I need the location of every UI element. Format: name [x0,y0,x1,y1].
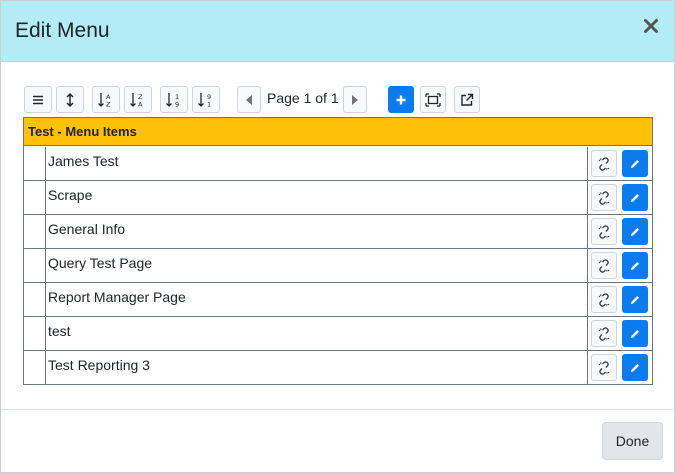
unlink-button[interactable] [591,286,617,313]
row-actions [587,215,652,248]
dialog-header: Edit Menu [1,1,674,62]
menu-item-label: Report Manager Page [48,289,186,305]
sort-numeric-asc-button[interactable]: 1 9 [160,86,188,113]
edit-button[interactable] [622,286,648,313]
edit-button[interactable] [622,354,648,381]
page-indicator: Page 1 of 1 [267,90,339,106]
unlink-icon [598,190,610,205]
pencil-icon [631,363,639,372]
footer-divider [1,409,674,410]
row-actions [587,283,652,316]
sort-alpha-desc-icon: Z A [130,92,143,108]
external-link-icon [461,93,474,106]
table-row[interactable]: James Test [24,147,652,181]
menu-item-label: Test Reporting 3 [48,357,150,373]
svg-text:Z: Z [106,100,111,108]
edit-menu-dialog: Edit Menu A Z Z A 1 9 9 1 Page 1 of 1 Te… [0,0,675,473]
table-row[interactable]: Report Manager Page [24,283,652,317]
row-actions [587,249,652,282]
sort-alpha-asc-icon: A Z [98,92,111,108]
next-page-button[interactable] [343,86,367,113]
fit-frame-icon [425,92,441,107]
prev-page-icon [246,94,252,105]
unlink-button[interactable] [591,184,617,211]
menu-item-label: James Test [48,153,119,169]
done-button[interactable]: Done [602,422,663,460]
menu-item-label: Scrape [48,187,93,203]
svg-text:A: A [138,100,143,108]
sort-alpha-asc-button[interactable]: A Z [92,86,120,113]
sort-numeric-desc-button[interactable]: 9 1 [192,86,220,113]
unlink-icon [598,258,610,273]
edit-button[interactable] [622,252,648,279]
sort-numeric-asc-icon: 1 9 [166,92,179,108]
menu-item-label: test [48,323,71,339]
unlink-icon [598,292,610,307]
unlink-button[interactable] [591,252,617,279]
row-select-cell[interactable] [24,147,46,180]
close-icon [644,19,658,33]
row-actions [587,317,652,350]
table-row[interactable]: test [24,317,652,351]
table-row[interactable]: Test Reporting 3 [24,351,652,385]
row-actions [587,181,652,214]
menu-items-grid: Test - Menu Items James Test Scrape Gene… [23,117,653,385]
table-row[interactable]: General Info [24,215,652,249]
unlink-icon [598,156,610,171]
external-link-button[interactable] [454,86,480,113]
row-select-cell[interactable] [24,249,46,282]
menu-item-label: Query Test Page [48,255,153,271]
svg-text:1: 1 [207,100,211,108]
row-select-cell[interactable] [24,215,46,248]
pencil-icon [631,295,639,304]
edit-button[interactable] [622,320,648,347]
unlink-button[interactable] [591,150,617,177]
unlink-button[interactable] [591,354,617,381]
edit-button[interactable] [622,150,648,177]
grid-toolbar: A Z Z A 1 9 9 1 Page 1 of 1 [24,86,484,113]
grid-header: Test - Menu Items [24,118,652,146]
fit-frame-button[interactable] [420,86,446,113]
sort-vertical-button[interactable] [56,86,84,113]
dialog-title: Edit Menu [15,19,110,42]
edit-button[interactable] [622,218,648,245]
unlink-icon [598,326,610,341]
unlink-button[interactable] [591,218,617,245]
next-page-icon [352,94,358,105]
unlink-icon [598,224,610,239]
menu-lines-button[interactable] [24,86,52,113]
menu-lines-icon [33,95,43,104]
row-select-cell[interactable] [24,181,46,214]
table-row[interactable]: Scrape [24,181,652,215]
pencil-icon [631,193,639,202]
close-button[interactable] [640,13,662,39]
pencil-icon [631,159,639,168]
row-actions [587,351,652,384]
sort-alpha-desc-button[interactable]: Z A [124,86,152,113]
sort-vertical-icon [66,92,74,107]
table-row[interactable]: Query Test Page [24,249,652,283]
svg-text:9: 9 [175,100,179,108]
menu-item-label: General Info [48,221,126,237]
unlink-icon [598,360,610,375]
pencil-icon [631,227,639,236]
sort-numeric-desc-icon: 9 1 [198,92,211,108]
row-select-cell[interactable] [24,283,46,316]
prev-page-button[interactable] [237,86,261,113]
row-actions [587,147,652,180]
add-icon [396,95,406,104]
row-select-cell[interactable] [24,351,46,384]
pencil-icon [631,261,639,270]
unlink-button[interactable] [591,320,617,347]
add-menu-item-button[interactable] [388,86,414,113]
edit-button[interactable] [622,184,648,211]
row-select-cell[interactable] [24,317,46,350]
pencil-icon [631,329,639,338]
